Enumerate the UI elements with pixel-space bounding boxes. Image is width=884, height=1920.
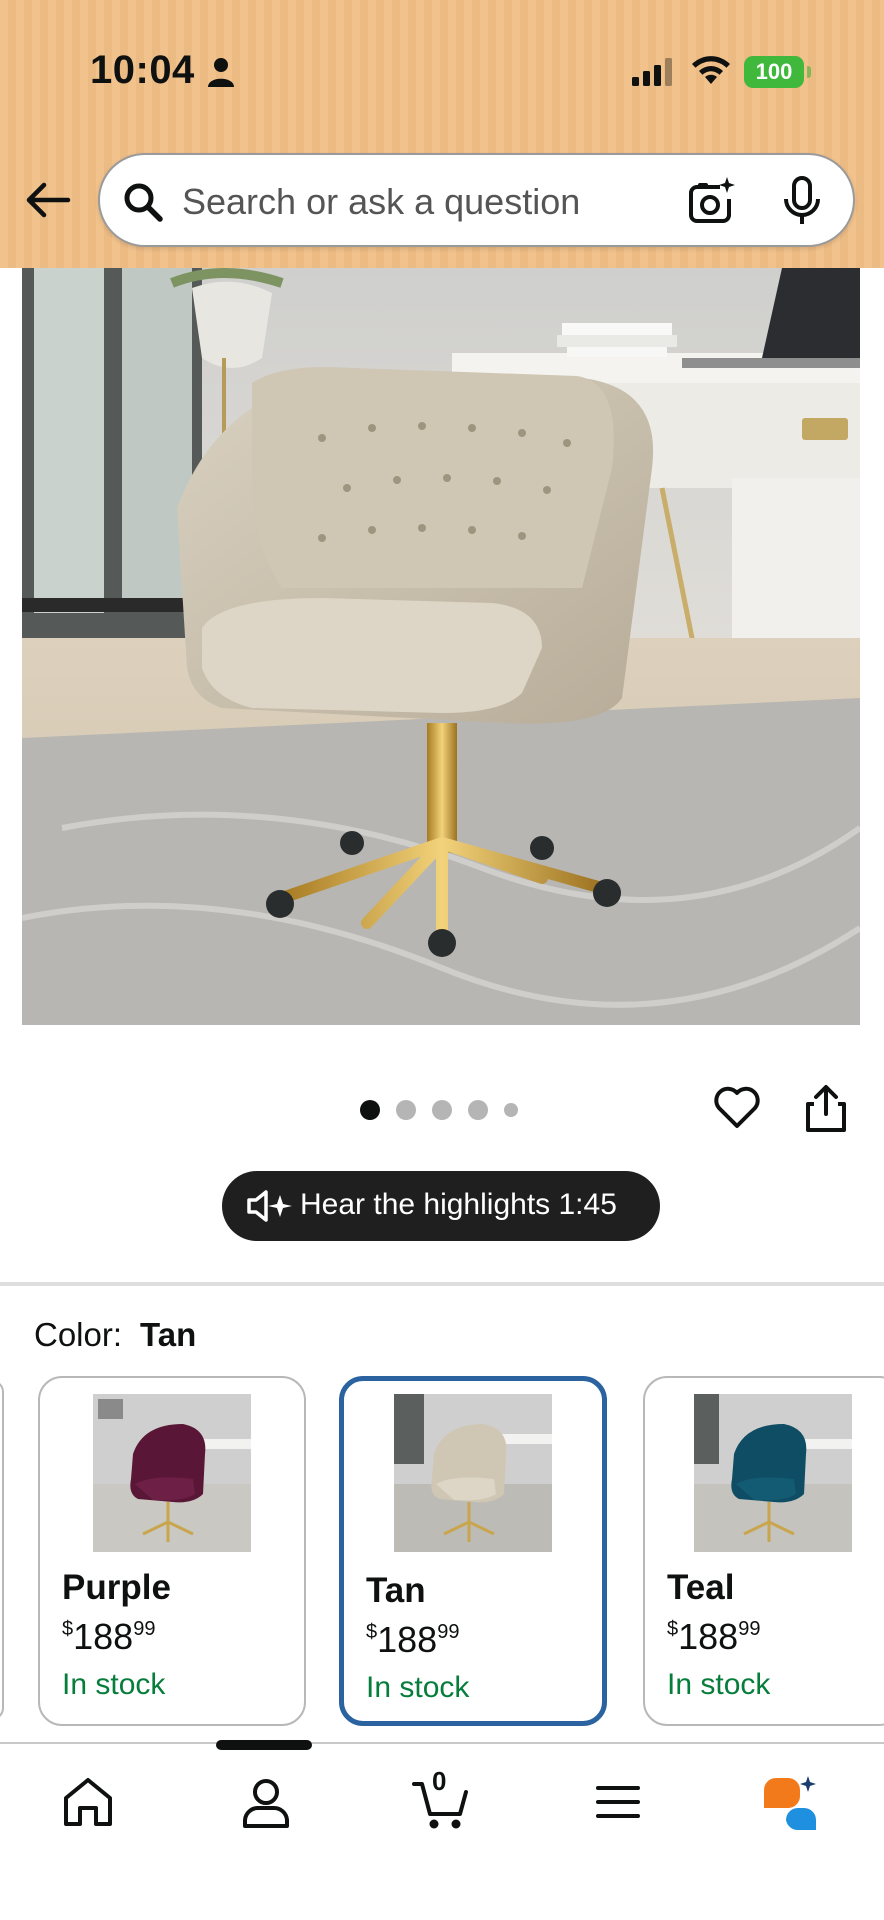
carousel-dot[interactable] — [504, 1103, 518, 1117]
swatch-name: Purple — [62, 1568, 171, 1607]
cellular-signal-icon — [632, 58, 672, 86]
heart-icon[interactable] — [712, 1082, 762, 1132]
bottom-navigation: 0 — [0, 1742, 884, 1920]
swatch-price: $18899 — [62, 1616, 156, 1657]
account-icon[interactable] — [236, 1772, 296, 1832]
share-icon[interactable] — [802, 1084, 850, 1134]
image-carousel-dots[interactable] — [360, 1098, 530, 1122]
swatch-thumbnail — [694, 1394, 852, 1552]
battery-indicator: 100 — [744, 56, 811, 88]
home-indicator — [216, 1740, 312, 1750]
carousel-dot[interactable] — [468, 1100, 488, 1120]
home-icon[interactable] — [58, 1772, 118, 1832]
swatch-name: Teal — [667, 1568, 735, 1607]
product-image[interactable] — [22, 268, 860, 1025]
swatch-thumbnail — [394, 1394, 552, 1552]
search-icon — [124, 183, 163, 222]
speaker-sparkle-icon — [247, 1190, 292, 1222]
carousel-dot[interactable] — [360, 1100, 380, 1120]
swatch-thumbnail — [93, 1394, 251, 1552]
back-arrow-button[interactable] — [24, 176, 72, 224]
carousel-dot[interactable] — [432, 1100, 452, 1120]
camera-lens-icon[interactable] — [684, 175, 736, 227]
color-swatch-purple[interactable]: Purple $18899 In stock — [38, 1376, 306, 1726]
cart-icon — [412, 1782, 468, 1829]
hear-highlights-label: Hear the highlights 1:45 — [300, 1188, 617, 1221]
search-bar[interactable]: Search or ask a question — [98, 153, 855, 247]
color-label: Color: — [34, 1316, 123, 1353]
swatch-stock-status: In stock — [667, 1668, 771, 1701]
status-time: 10:04 — [90, 48, 195, 92]
menu-icon[interactable] — [588, 1772, 648, 1832]
swatch-name: Tan — [366, 1571, 426, 1610]
carousel-dot[interactable] — [396, 1100, 416, 1120]
person-icon — [208, 58, 234, 87]
selected-color-value: Tan — [140, 1316, 197, 1353]
hear-highlights-button[interactable]: Hear the highlights 1:45 — [222, 1171, 660, 1241]
status-bar: 10:04 100 — [0, 0, 884, 140]
rufus-assistant-icon[interactable] — [760, 1772, 820, 1832]
top-header: 10:04 100 Search or ask a question — [0, 0, 884, 268]
color-selector-heading: Color: Tan — [34, 1316, 196, 1354]
chair-photo — [22, 268, 860, 1025]
swatch-stock-status: In stock — [366, 1671, 470, 1704]
wifi-icon — [692, 56, 730, 84]
section-divider — [0, 1282, 884, 1286]
swatch-price: $18899 — [667, 1616, 761, 1657]
microphone-icon[interactable] — [780, 175, 824, 227]
color-swatch-partial[interactable] — [0, 1380, 4, 1720]
cart-button[interactable]: 0 — [410, 1766, 474, 1832]
color-swatch-tan[interactable]: Tan $18899 In stock — [339, 1376, 607, 1726]
color-swatch-teal[interactable]: Teal $18899 In stock — [643, 1376, 884, 1726]
swatch-stock-status: In stock — [62, 1668, 166, 1701]
swatch-price: $18899 — [366, 1619, 460, 1660]
search-input[interactable]: Search or ask a question — [182, 181, 580, 223]
